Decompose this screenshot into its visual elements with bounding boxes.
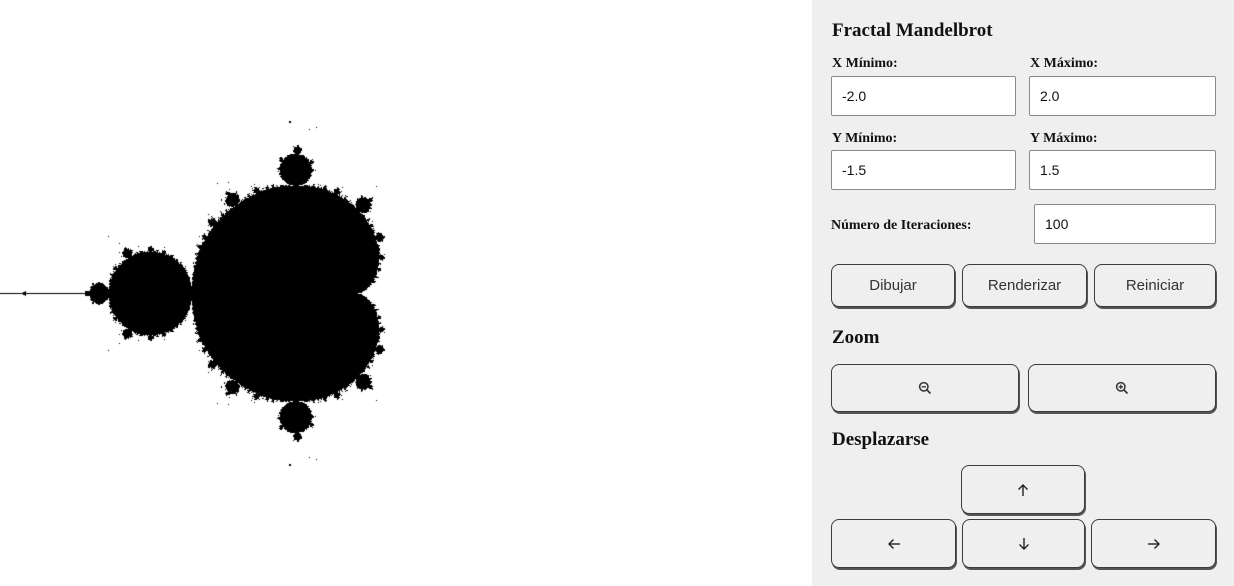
- draw-button-label: Dibujar: [869, 277, 917, 294]
- render-button[interactable]: Renderizar: [962, 264, 1087, 307]
- y-min-label: Y Mínimo:: [832, 131, 898, 146]
- zoom-in-icon: [1115, 381, 1129, 395]
- iterations-label: Número de Iteraciones:: [831, 218, 972, 233]
- arrow-left-icon: [887, 537, 901, 551]
- mandelbrot-canvas[interactable]: [0, 0, 812, 586]
- render-button-label: Renderizar: [987, 277, 1062, 294]
- draw-button[interactable]: Dibujar: [831, 264, 955, 307]
- pan-down-button[interactable]: [962, 519, 1085, 568]
- arrow-right-icon: [1147, 537, 1161, 551]
- pan-up-button[interactable]: [961, 465, 1085, 514]
- y-min-input[interactable]: [831, 150, 1016, 190]
- pan-left-button[interactable]: [831, 519, 956, 568]
- zoom-out-button[interactable]: [831, 364, 1019, 412]
- pan-right-button[interactable]: [1091, 519, 1216, 568]
- zoom-in-button[interactable]: [1028, 364, 1216, 412]
- arrow-up-icon: [1016, 483, 1030, 497]
- y-max-label: Y Máximo:: [1030, 131, 1098, 146]
- pan-title: Desplazarse: [832, 429, 930, 450]
- x-max-input[interactable]: [1029, 76, 1216, 116]
- x-min-input[interactable]: [831, 76, 1016, 116]
- zoom-out-icon: [918, 381, 932, 395]
- panel-title: Fractal Mandelbrot: [832, 20, 993, 41]
- y-max-input[interactable]: [1029, 150, 1216, 190]
- x-min-label: X Mínimo:: [832, 56, 898, 71]
- reset-button-label: Reiniciar: [1125, 277, 1185, 294]
- fractal-canvas-area[interactable]: [0, 0, 812, 586]
- reset-button[interactable]: Reiniciar: [1094, 264, 1216, 307]
- arrow-down-icon: [1017, 537, 1031, 551]
- control-panel: Fractal Mandelbrot X Mínimo: X Máximo: Y…: [812, 0, 1234, 586]
- iterations-input[interactable]: [1034, 204, 1216, 244]
- zoom-title: Zoom: [832, 327, 880, 348]
- x-max-label: X Máximo:: [1030, 56, 1099, 71]
